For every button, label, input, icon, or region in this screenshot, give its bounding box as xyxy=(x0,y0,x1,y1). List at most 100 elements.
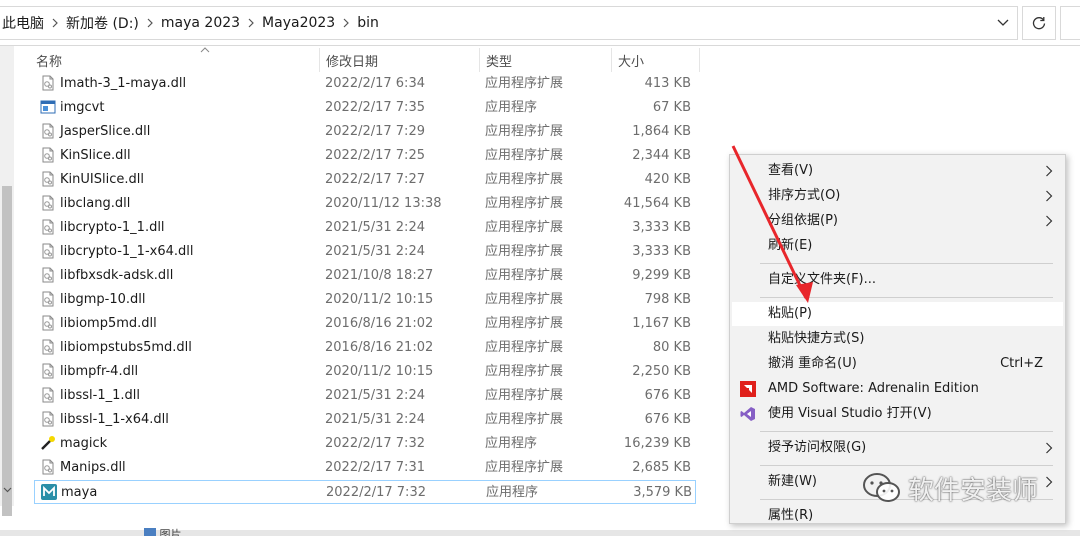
file-size: 9,299 KB xyxy=(632,268,691,283)
file-modified-date: 2022/2/17 7:35 xyxy=(325,100,425,115)
file-row[interactable]: libfbxsdk-adsk.dll 2021/10/8 18:27 应用程序扩展 9… xyxy=(34,264,696,288)
menu-item[interactable]: 使用 Visual Studio 打开(V) xyxy=(732,402,1063,426)
file-size: 3,333 KB xyxy=(632,220,691,235)
file-name: libfbxsdk-adsk.dll xyxy=(60,268,174,283)
menu-item[interactable]: 排序方式(O) xyxy=(732,184,1063,208)
file-type: 应用程序扩展 xyxy=(485,196,564,211)
file-type: 应用程序扩展 xyxy=(485,460,564,475)
menu-item[interactable]: 撤消 重命名(U) Ctrl+Z xyxy=(732,352,1063,376)
file-size: 1,864 KB xyxy=(632,124,691,139)
file-size: 2,250 KB xyxy=(632,364,691,379)
breadcrumb-item[interactable]: 此电脑 xyxy=(2,13,44,33)
file-size: 676 KB xyxy=(644,412,691,427)
menu-item-label: 自定义文件夹(F)... xyxy=(768,272,877,287)
file-row[interactable]: KinSlice.dll 2022/2/17 7:25 应用程序扩展 2,344 KB xyxy=(34,144,696,168)
sort-ascending-icon xyxy=(200,47,210,53)
breadcrumb-item[interactable]: maya 2023 xyxy=(161,15,240,31)
dll-file-icon xyxy=(40,411,56,427)
file-name: libiompstubs5md.dll xyxy=(60,340,192,355)
file-modified-date: 2022/2/17 7:29 xyxy=(325,124,425,139)
menu-item[interactable]: 粘贴快捷方式(S) xyxy=(732,327,1063,351)
menu-item-label: 粘贴快捷方式(S) xyxy=(768,331,865,346)
dll-file-icon xyxy=(40,387,56,403)
file-row[interactable]: imgcvt 2022/2/17 7:35 应用程序 67 KB xyxy=(34,96,696,120)
file-type: 应用程序扩展 xyxy=(485,340,564,355)
breadcrumb-item[interactable]: bin xyxy=(357,15,379,31)
file-row[interactable]: libclang.dll 2020/11/12 13:38 应用程序扩展 41,564… xyxy=(34,192,696,216)
file-type: 应用程序扩展 xyxy=(485,148,564,163)
file-size: 80 KB xyxy=(652,340,691,355)
dll-file-icon xyxy=(40,147,56,163)
menu-item[interactable]: 分组依据(P) xyxy=(732,209,1063,233)
menu-item[interactable]: 粘贴(P) xyxy=(732,302,1063,326)
file-row[interactable]: libcrypto-1_1-x64.dll 2021/5/31 2:24 应用程序扩… xyxy=(34,240,696,264)
menu-item[interactable]: 授予访问权限(G) xyxy=(732,436,1063,460)
file-row[interactable]: libmpfr-4.dll 2020/11/2 10:15 应用程序扩展 2,250 … xyxy=(34,360,696,384)
file-modified-date: 2022/2/17 7:25 xyxy=(325,148,425,163)
column-header-name[interactable]: 名称 xyxy=(30,47,320,72)
dll-file-icon xyxy=(40,75,56,91)
breadcrumb-chevron-icon[interactable] xyxy=(139,6,161,40)
column-header-type[interactable]: 类型 xyxy=(480,48,612,72)
file-row[interactable]: KinUISlice.dll 2022/2/17 7:27 应用程序扩展 420 KB xyxy=(34,168,696,192)
file-name: libgmp-10.dll xyxy=(60,292,146,307)
file-row[interactable]: Manips.dll 2022/2/17 7:31 应用程序扩展 2,685 KB xyxy=(34,456,696,480)
scrollbar-thumb[interactable] xyxy=(2,186,12,516)
file-row[interactable]: Imath-3_1-maya.dll 2022/2/17 6:34 应用程序扩展 41… xyxy=(34,72,696,96)
column-header-date[interactable]: 修改日期 xyxy=(320,48,480,72)
file-row[interactable]: libiomp5md.dll 2016/8/16 21:02 应用程序扩展 1,167… xyxy=(34,312,696,336)
file-row[interactable]: JasperSlice.dll 2022/2/17 7:29 应用程序扩展 1,864… xyxy=(34,120,696,144)
file-type: 应用程序扩展 xyxy=(485,388,564,403)
file-row[interactable]: libcrypto-1_1.dll 2021/5/31 2:24 应用程序扩展 3,3… xyxy=(34,216,696,240)
file-type: 应用程序扩展 xyxy=(485,220,564,235)
column-header-size[interactable]: 大小 xyxy=(612,48,700,72)
menu-item[interactable]: 查看(V) xyxy=(732,159,1063,183)
file-row[interactable]: libssl-1_1-x64.dll 2021/5/31 2:24 应用程序扩展 67… xyxy=(34,408,696,432)
navigation-scrollbar[interactable] xyxy=(0,46,14,516)
file-size: 3,579 KB xyxy=(633,485,692,500)
menu-item-label: 属性(R) xyxy=(768,508,814,523)
file-type: 应用程序扩展 xyxy=(485,412,564,427)
breadcrumb-item[interactable]: Maya2023 xyxy=(262,15,335,31)
file-row[interactable]: magick 2022/2/17 7:32 应用程序 16,239 KB xyxy=(34,432,696,456)
breadcrumb-item[interactable]: 新加卷 (D:) xyxy=(66,13,139,33)
file-modified-date: 2021/5/31 2:24 xyxy=(325,388,425,403)
breadcrumb-chevron-icon[interactable] xyxy=(240,6,262,40)
file-name: libcrypto-1_1.dll xyxy=(60,220,165,235)
file-modified-date: 2020/11/2 10:15 xyxy=(325,292,434,307)
nav-item-pictures[interactable]: 图片 xyxy=(144,526,194,536)
file-row[interactable]: libgmp-10.dll 2020/11/2 10:15 应用程序扩展 798 KB xyxy=(34,288,696,312)
search-box-edge[interactable] xyxy=(1060,6,1080,40)
file-row[interactable]: maya 2022/2/17 7:32 应用程序 3,579 KB xyxy=(34,480,696,504)
file-size: 420 KB xyxy=(644,172,691,187)
breadcrumb-chevron-icon[interactable] xyxy=(335,6,357,40)
file-size: 67 KB xyxy=(652,100,691,115)
menu-item-label: 撤消 重命名(U) xyxy=(768,356,857,371)
menu-item-label: 使用 Visual Studio 打开(V) xyxy=(768,406,932,421)
menu-item[interactable]: 刷新(E) xyxy=(732,234,1063,258)
menu-item-shortcut: Ctrl+Z xyxy=(1000,356,1043,371)
submenu-chevron-icon xyxy=(1045,476,1053,488)
menu-item[interactable]: 自定义文件夹(F)... xyxy=(732,268,1063,292)
file-row[interactable]: libiompstubs5md.dll 2016/8/16 21:02 应用程序扩展… xyxy=(34,336,696,360)
file-row[interactable]: libssl-1_1.dll 2021/5/31 2:24 应用程序扩展 676 KB xyxy=(34,384,696,408)
refresh-button[interactable] xyxy=(1022,6,1056,40)
scroll-down-icon[interactable] xyxy=(0,482,14,498)
dll-file-icon xyxy=(40,339,56,355)
file-modified-date: 2016/8/16 21:02 xyxy=(325,340,434,355)
watermark-text: 软件安装师 xyxy=(908,475,1039,506)
menu-item-label: 分组依据(P) xyxy=(768,213,838,228)
file-modified-date: 2022/2/17 7:27 xyxy=(325,172,425,187)
file-size: 16,239 KB xyxy=(623,436,691,451)
menu-separator xyxy=(760,297,1053,298)
breadcrumb-chevron-icon[interactable] xyxy=(44,6,66,40)
submenu-chevron-icon xyxy=(1045,190,1053,202)
menu-item[interactable]: AMD Software: Adrenalin Edition xyxy=(732,377,1063,401)
file-name: libssl-1_1.dll xyxy=(60,388,140,403)
address-dropdown-icon[interactable] xyxy=(995,15,1011,31)
application-icon xyxy=(40,99,56,115)
breadcrumb[interactable]: 此电脑 新加卷 (D:) maya 2023 Maya2023 bin xyxy=(0,6,1018,40)
column-header-type-label: 类型 xyxy=(486,54,513,70)
submenu-chevron-icon xyxy=(1045,165,1053,177)
menu-item-label: AMD Software: Adrenalin Edition xyxy=(768,381,979,396)
